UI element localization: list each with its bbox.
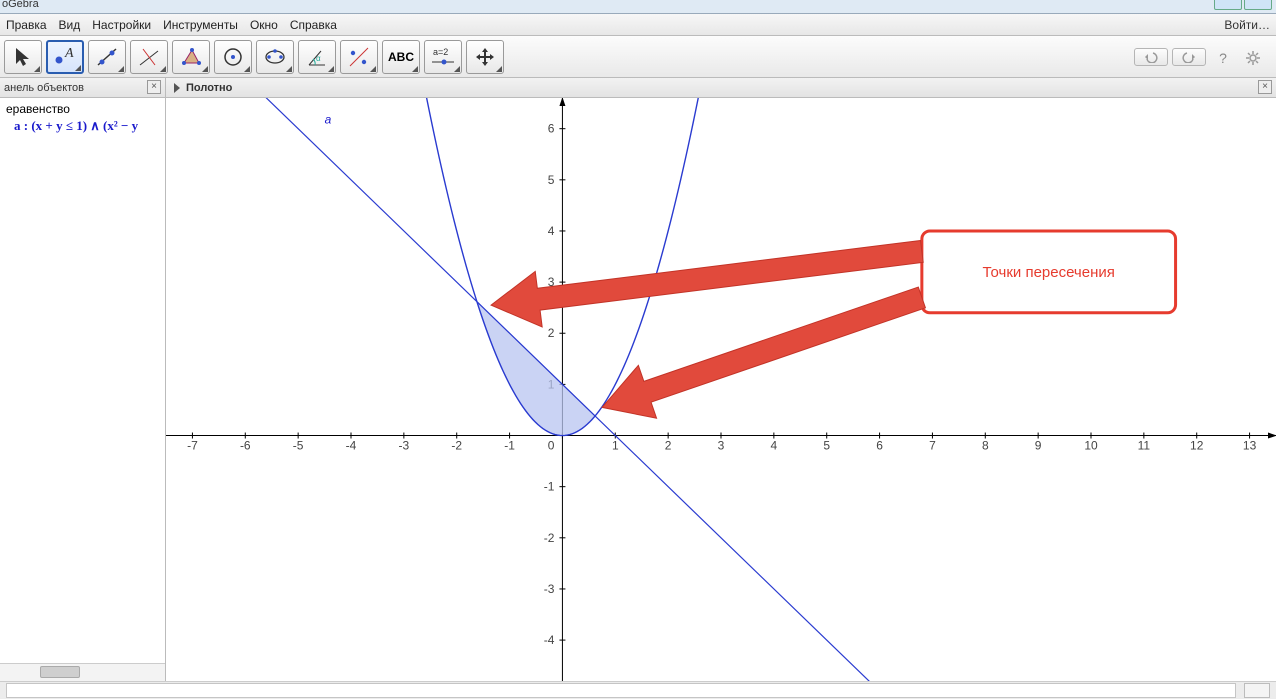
- svg-text:6: 6: [548, 122, 555, 136]
- tool-polygon[interactable]: [172, 40, 210, 74]
- menu-view[interactable]: Вид: [59, 18, 81, 32]
- menu-tools[interactable]: Инструменты: [163, 18, 238, 32]
- graphics-canvas[interactable]: -7-6-5-4-3-2-112345678910111213-4-3-2-11…: [166, 98, 1276, 681]
- svg-text:9: 9: [1035, 439, 1042, 453]
- svg-text:-5: -5: [293, 439, 304, 453]
- svg-text:5: 5: [823, 439, 830, 453]
- menu-window[interactable]: Окно: [250, 18, 278, 32]
- undo-icon: [1143, 51, 1159, 63]
- settings-gear-icon[interactable]: [1244, 49, 1262, 67]
- svg-text:-4: -4: [346, 439, 357, 453]
- svg-text:-6: -6: [240, 439, 251, 453]
- window-maximize-button[interactable]: [1244, 0, 1272, 10]
- undo-button[interactable]: [1134, 48, 1168, 66]
- login-link[interactable]: Войти…: [1224, 18, 1270, 32]
- circle-center-icon: [221, 45, 245, 69]
- menu-settings[interactable]: Настройки: [92, 18, 151, 32]
- svg-text:13: 13: [1243, 439, 1257, 453]
- window-titlebar: oGebra: [0, 0, 1276, 14]
- menu-bar: Правка Вид Настройки Инструменты Окно Сп…: [0, 14, 1276, 36]
- algebra-item-a[interactable]: a : (x + y ≤ 1) ∧ (x² − y: [6, 118, 159, 134]
- tool-circle-center[interactable]: [214, 40, 252, 74]
- svg-text:12: 12: [1190, 439, 1204, 453]
- algebra-horizontal-scrollbar[interactable]: [0, 663, 165, 681]
- tool-move[interactable]: [4, 40, 42, 74]
- graphics-panel-close-button[interactable]: ×: [1258, 80, 1272, 94]
- tool-angle[interactable]: α: [298, 40, 336, 74]
- redo-icon: [1181, 51, 1197, 63]
- svg-text:4: 4: [548, 224, 555, 238]
- angle-icon: α: [305, 45, 329, 69]
- tool-move-view[interactable]: [466, 40, 504, 74]
- perpendicular-icon: [137, 45, 161, 69]
- svg-text:a=2: a=2: [433, 47, 448, 57]
- tool-point[interactable]: A: [46, 40, 84, 74]
- ellipse-icon: [263, 45, 287, 69]
- svg-text:-1: -1: [504, 439, 515, 453]
- polygon-icon: [179, 45, 203, 69]
- app-name-fragment: oGebra: [2, 0, 39, 10]
- input-help-button[interactable]: [1244, 683, 1270, 698]
- svg-text:4: 4: [771, 439, 778, 453]
- text-icon: ABC: [388, 50, 414, 64]
- window-minimize-button[interactable]: [1214, 0, 1242, 10]
- reflect-icon: [347, 45, 371, 69]
- algebra-group-label: еравенство: [6, 102, 159, 116]
- plot-svg: -7-6-5-4-3-2-112345678910111213-4-3-2-11…: [166, 98, 1276, 681]
- svg-text:α: α: [316, 54, 321, 63]
- svg-text:7: 7: [929, 439, 936, 453]
- tool-perpendicular[interactable]: [130, 40, 168, 74]
- svg-text:-2: -2: [544, 531, 555, 545]
- redo-button[interactable]: [1172, 48, 1206, 66]
- algebra-panel-title: анель объектов: [4, 82, 84, 94]
- menu-help[interactable]: Справка: [290, 18, 337, 32]
- svg-text:-1: -1: [544, 480, 555, 494]
- command-input[interactable]: [6, 683, 1236, 698]
- tool-text[interactable]: ABC: [382, 40, 420, 74]
- algebra-panel-close-button[interactable]: ×: [147, 80, 161, 94]
- svg-text:1: 1: [612, 439, 619, 453]
- algebra-panel-header: анель объектов ×: [0, 78, 165, 98]
- tool-reflect[interactable]: [340, 40, 378, 74]
- svg-text:8: 8: [982, 439, 989, 453]
- move-view-icon: [473, 45, 497, 69]
- svg-text:5: 5: [548, 173, 555, 187]
- svg-text:a: a: [325, 113, 332, 127]
- svg-text:11: 11: [1138, 439, 1151, 453]
- input-bar: [0, 681, 1276, 699]
- expand-triangle-icon: [174, 83, 180, 93]
- graphics-panel-header[interactable]: Полотно ×: [166, 78, 1276, 98]
- svg-text:A: A: [64, 46, 74, 61]
- svg-text:-4: -4: [544, 633, 555, 647]
- svg-text:3: 3: [718, 439, 725, 453]
- tool-ellipse[interactable]: [256, 40, 294, 74]
- menu-edit[interactable]: Правка: [6, 18, 47, 32]
- svg-text:2: 2: [548, 326, 555, 340]
- svg-text:-7: -7: [187, 439, 198, 453]
- algebra-panel: анель объектов × еравенство a : (x + y ≤…: [0, 78, 166, 681]
- svg-text:Точки пересечения: Точки пересечения: [983, 264, 1115, 281]
- tool-slider[interactable]: a=2: [424, 40, 462, 74]
- svg-text:6: 6: [876, 439, 883, 453]
- svg-text:2: 2: [665, 439, 672, 453]
- tool-line[interactable]: [88, 40, 126, 74]
- cursor-icon: [11, 45, 35, 69]
- svg-text:-3: -3: [544, 582, 555, 596]
- graphics-panel: Полотно × -7-6-5-4-3-2-11234567891011121…: [166, 78, 1276, 681]
- help-icon[interactable]: ?: [1214, 49, 1232, 67]
- svg-text:0: 0: [548, 439, 555, 453]
- svg-text:-2: -2: [451, 439, 462, 453]
- tool-bar: A α ABC a=2: [0, 36, 1276, 78]
- svg-text:10: 10: [1084, 439, 1098, 453]
- graphics-panel-title: Полотно: [186, 82, 232, 94]
- line-icon: [95, 45, 119, 69]
- svg-text:-3: -3: [399, 439, 410, 453]
